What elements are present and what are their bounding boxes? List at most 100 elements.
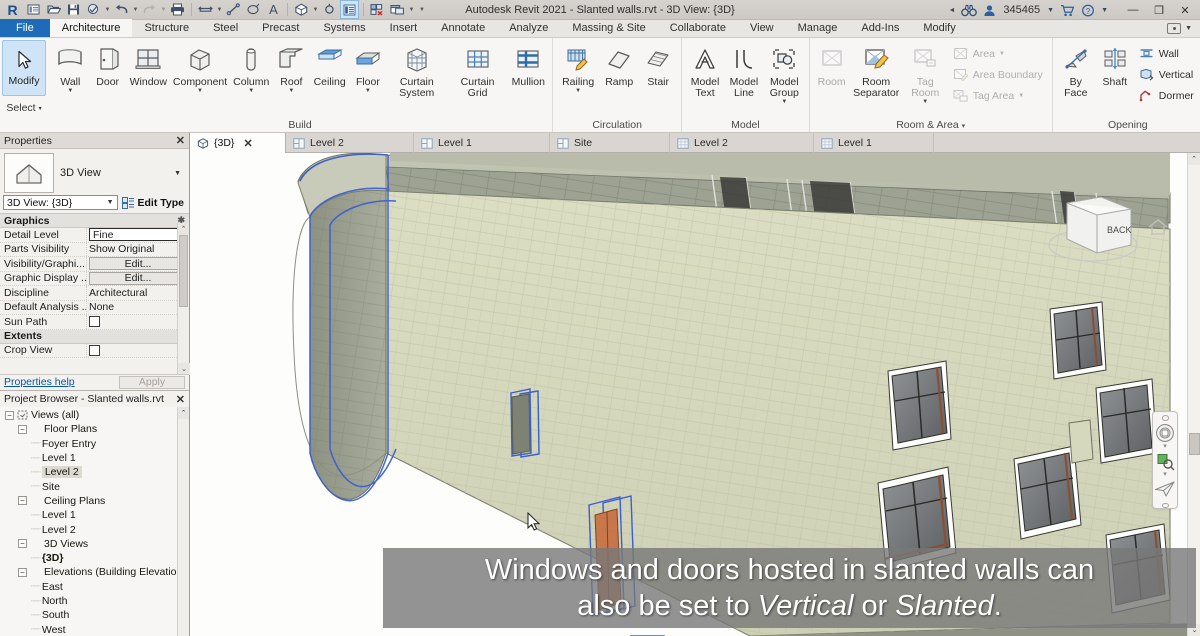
view-tab-3d[interactable]: {3D} ✕ xyxy=(190,133,286,153)
default-3d-view-dropdown-icon[interactable]: ▼ xyxy=(312,0,319,19)
qat-collapse-icon[interactable]: ◄ xyxy=(946,1,957,20)
property-checkbox[interactable] xyxy=(89,316,100,328)
ribbon-tab-analyze[interactable]: Analyze xyxy=(497,19,560,37)
railing-tool-dropdown-icon[interactable]: ▼ xyxy=(575,88,581,94)
wall-opening-tool-button[interactable]: Wall xyxy=(1135,43,1199,64)
viewport-scroll-thumb[interactable] xyxy=(1189,433,1200,455)
browser-node-ceiling-plans[interactable]: − Ceiling Plans xyxy=(0,494,177,508)
browser-node-level-2[interactable]: ┈┈ Level 2 xyxy=(0,522,177,536)
edit-type-button[interactable]: Edit Type xyxy=(121,196,186,209)
browser-node-west[interactable]: ┈┈ West xyxy=(0,622,177,636)
property-value[interactable]: None xyxy=(86,300,189,314)
project-browser-scrollbar[interactable]: ⌃ xyxy=(177,407,189,636)
view-tab-level-1[interactable]: Level 1 xyxy=(414,133,550,153)
viewport-scroll-up-icon[interactable]: ⌃ xyxy=(1188,153,1200,165)
browser-node-south[interactable]: ┈┈ South xyxy=(0,608,177,622)
tag-icon[interactable] xyxy=(244,0,263,19)
select-panel-dropdown-icon[interactable]: ▾ xyxy=(39,105,42,112)
column-tool-button[interactable]: Column ▼ xyxy=(230,40,272,97)
ribbon-tab-precast[interactable]: Precast xyxy=(250,19,311,37)
tree-expander-icon[interactable]: − xyxy=(18,424,27,434)
ribbon-tab-collaborate[interactable]: Collaborate xyxy=(658,19,738,37)
stair-tool-button[interactable]: Stair xyxy=(639,40,677,91)
ribbon-tab-structure[interactable]: Structure xyxy=(132,19,201,37)
thin-lines-icon[interactable] xyxy=(340,0,359,19)
roof-tool-button[interactable]: Roof ▼ xyxy=(273,40,309,97)
user-dropdown-icon[interactable]: ▼ xyxy=(1045,1,1056,20)
browser-node-elevations-building-elevation[interactable]: − Elevations (Building Elevation) xyxy=(0,565,177,579)
model-line-tool-button[interactable]: Model Line xyxy=(725,40,763,102)
ribbon-minimize-dropdown-icon[interactable]: ▼ xyxy=(1185,25,1192,32)
orbit-pan-icon[interactable] xyxy=(1154,479,1176,499)
browser-node-site[interactable]: ┈┈ Site xyxy=(0,479,177,493)
browser-node-floor-plans[interactable]: − Floor Plans xyxy=(0,422,177,436)
save-icon[interactable] xyxy=(64,0,83,19)
property-edit-button[interactable]: Edit... xyxy=(89,257,187,271)
model-group-tool-button[interactable]: Model Group ▼ xyxy=(764,40,805,108)
ribbon-tab-view[interactable]: View xyxy=(738,19,786,37)
apply-button[interactable]: Apply xyxy=(119,375,185,389)
properties-family-dropdown-icon[interactable]: ▼ xyxy=(174,170,185,177)
property-value[interactable]: Edit... xyxy=(86,257,189,271)
model-group-tool-dropdown-icon[interactable]: ▼ xyxy=(781,99,787,105)
ribbon-tab-massing-site[interactable]: Massing & Site xyxy=(560,19,657,37)
mullion-tool-button[interactable]: Mullion xyxy=(509,40,549,91)
property-value[interactable]: Architectural xyxy=(86,286,189,300)
room-tool-button[interactable]: Room xyxy=(814,40,850,91)
area-tool-button[interactable]: Area ▼ xyxy=(949,43,1048,64)
ribbon-tab-insert[interactable]: Insert xyxy=(378,19,430,37)
browser-node-foyer-entry[interactable]: ┈┈ Foyer Entry xyxy=(0,437,177,451)
properties-scroll-up-icon[interactable]: ⌃ xyxy=(178,223,189,235)
vertical-opening-tool-button[interactable]: Vertical xyxy=(1135,64,1199,85)
component-tool-button[interactable]: Component ▼ xyxy=(171,40,229,97)
close-hidden-windows-icon[interactable] xyxy=(368,0,387,19)
area-boundary-tool-button[interactable]: Area Boundary xyxy=(949,64,1048,85)
steering-wheel-icon[interactable] xyxy=(1154,423,1176,443)
panel-title-room-area-dropdown-icon[interactable]: ▾ xyxy=(962,123,966,130)
navigation-bar[interactable]: ▾ ▾ xyxy=(1152,411,1178,509)
undo-icon[interactable] xyxy=(112,0,131,19)
door-tool-button[interactable]: Door xyxy=(90,40,126,91)
save-as-icon[interactable] xyxy=(84,0,103,19)
browser-node-3d-views[interactable]: − 3D Views xyxy=(0,537,177,551)
measure-icon[interactable] xyxy=(196,0,215,19)
autodesk-store-cart-icon[interactable] xyxy=(1058,1,1077,20)
switch-windows-icon[interactable] xyxy=(388,0,407,19)
browser-node-east[interactable]: ┈┈ East xyxy=(0,580,177,594)
default-3d-view-icon[interactable] xyxy=(292,0,311,19)
properties-family-selector[interactable]: 3D View ▼ xyxy=(60,153,185,193)
browser-node-north[interactable]: ┈┈ North xyxy=(0,594,177,608)
type-selector-combobox[interactable]: 3D View: {3D} ▼ xyxy=(3,195,118,210)
tag-area-tool-button[interactable]: Tag Area ▼ xyxy=(949,85,1048,106)
view-cube-home-icon[interactable] xyxy=(1146,215,1170,239)
properties-help-link[interactable]: Properties help xyxy=(4,376,75,388)
ceiling-tool-button[interactable]: Ceiling xyxy=(310,40,349,91)
select-panel-title[interactable]: Select ▾ xyxy=(6,102,41,114)
text-icon[interactable]: A xyxy=(264,0,283,19)
open-folder-icon[interactable] xyxy=(44,0,63,19)
revit-logo-icon[interactable]: R xyxy=(2,0,23,19)
navbar-top-handle-icon[interactable] xyxy=(1161,415,1169,421)
room-separator-tool-button[interactable]: Room Separator xyxy=(851,40,902,102)
view-cube[interactable]: BACK xyxy=(1045,183,1155,283)
ribbon-tab-architecture[interactable]: Architecture xyxy=(49,19,133,37)
browser-node-3d[interactable]: ┈┈ {3D} xyxy=(0,551,177,565)
tree-expander-icon[interactable]: − xyxy=(18,539,27,549)
aligned-dimension-icon[interactable] xyxy=(224,0,243,19)
print-icon[interactable] xyxy=(168,0,187,19)
panel-title-room-area[interactable]: Room & Area ▾ xyxy=(814,118,1048,132)
property-checkbox[interactable] xyxy=(89,344,100,356)
view-tab-site[interactable]: Site xyxy=(550,133,670,153)
browser-node-level-1[interactable]: ┈┈ Level 1 xyxy=(0,451,177,465)
type-selector-chevron-down-icon[interactable]: ▼ xyxy=(107,199,114,206)
ribbon-tab-steel[interactable]: Steel xyxy=(201,19,250,37)
ribbon-tab-annotate[interactable]: Annotate xyxy=(429,19,497,37)
zoom-region-icon[interactable] xyxy=(1154,451,1176,471)
browser-node-level-1[interactable]: ┈┈ Level 1 xyxy=(0,508,177,522)
railing-tool-button[interactable]: Railing ▼ xyxy=(557,40,599,97)
window-tool-button[interactable]: Window xyxy=(127,40,170,91)
property-value[interactable] xyxy=(86,343,189,357)
help-icon[interactable]: ? xyxy=(1079,1,1097,20)
view-tab-level-1[interactable]: Level 1 xyxy=(814,133,934,153)
navbar-bottom-handle-icon[interactable] xyxy=(1161,502,1169,508)
